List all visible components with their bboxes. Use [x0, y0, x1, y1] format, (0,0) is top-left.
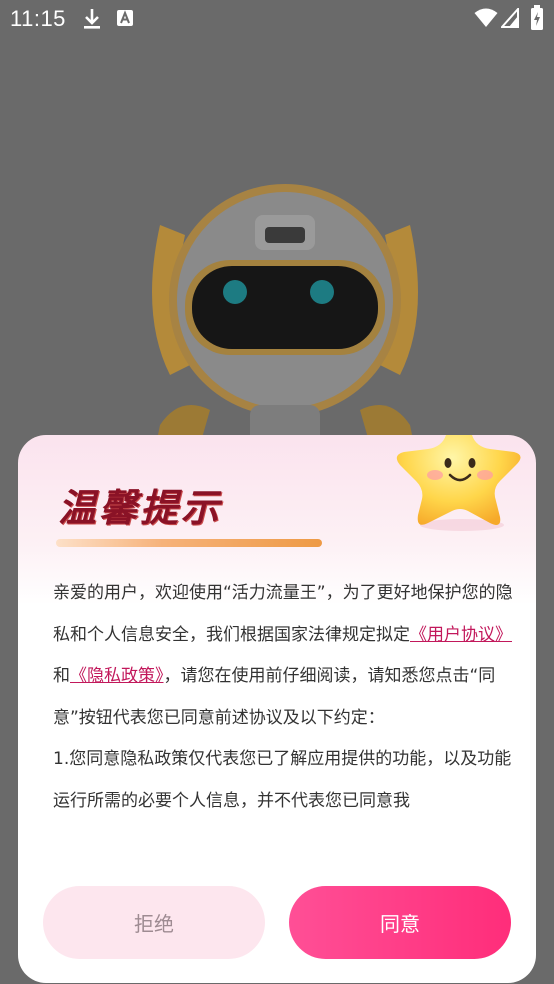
- wifi-icon: [474, 8, 498, 32]
- a-notification-icon: [116, 9, 134, 31]
- signal-icon: [499, 6, 519, 32]
- robot-illustration: [140, 165, 430, 455]
- agreement-item-1: 1.您同意隐私政策仅代表您已了解应用提供的功能，以及功能运行所需的必要个人信息，…: [53, 749, 512, 811]
- privacy-dialog: 温馨提示 亲爱的用户，欢迎使用“活力流量王”，为了更好地保护您的隐私和个人信息安…: [18, 435, 536, 983]
- battery-icon: [530, 5, 544, 35]
- and-text: 和: [53, 666, 70, 686]
- dialog-title: 温馨提示: [58, 486, 223, 530]
- agree-button[interactable]: 同意: [289, 886, 511, 959]
- reject-button[interactable]: 拒绝: [43, 886, 265, 959]
- title-underline: [56, 539, 322, 547]
- dialog-paragraph: 亲爱的用户，欢迎使用“活力流量王”，为了更好地保护您的隐私和个人信息安全，我们根…: [53, 573, 515, 739]
- status-time: 11:15: [10, 6, 66, 31]
- privacy-policy-link[interactable]: 《隐私政策》: [70, 666, 164, 686]
- status-bar: 11:15: [0, 0, 554, 38]
- dialog-body: 亲爱的用户，欢迎使用“活力流量王”，为了更好地保护您的隐私和个人信息安全，我们根…: [53, 573, 515, 869]
- user-agreement-link[interactable]: 《用户协议》: [410, 625, 512, 645]
- download-icon: [82, 7, 102, 35]
- star-mascot-icon: [390, 435, 528, 533]
